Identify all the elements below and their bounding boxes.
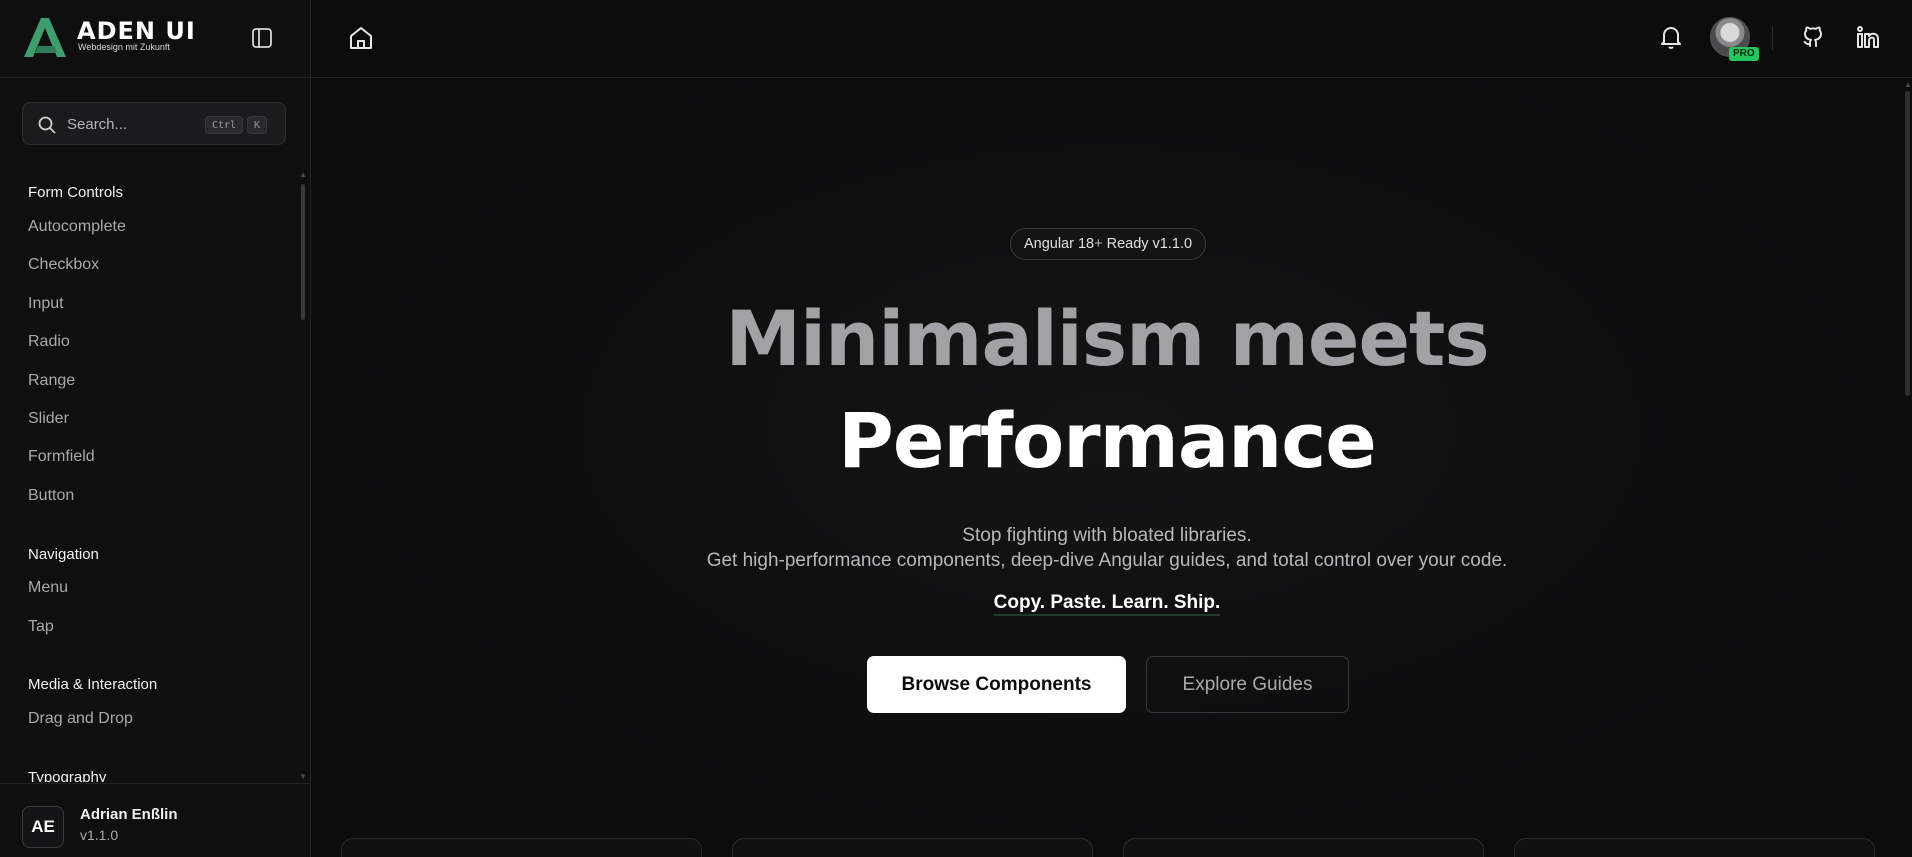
version-framework: Angular 18 — [1023, 236, 1095, 252]
section-typography: Typography — [28, 769, 107, 782]
explore-guides-button[interactable]: Explore Guides — [1146, 656, 1349, 713]
hero-headline-line2: Performance — [838, 396, 1377, 485]
sidebar-item-radio[interactable]: Radio — [28, 333, 70, 351]
sidebar-item-menu[interactable]: Menu — [28, 579, 68, 597]
sidebar-scroll-thumb[interactable] — [301, 184, 305, 320]
section-media-interaction: Media & Interaction — [28, 676, 158, 693]
search-icon — [38, 116, 56, 134]
sidebar-item-slider[interactable]: Slider — [28, 410, 69, 428]
version-pill: Angular 18+ Ready v1.1.0 — [1010, 228, 1206, 260]
scroll-down-icon[interactable]: ▼ — [299, 772, 307, 781]
main-scroll-up-icon[interactable]: ▲ — [1904, 80, 1912, 89]
pro-badge: PRO — [1729, 47, 1759, 61]
sidebar-item-formfield[interactable]: Formfield — [28, 448, 95, 466]
app-shell: ADEN UI Webdesign mit Zukunft Search... … — [0, 0, 1912, 857]
feature-card[interactable] — [1123, 838, 1484, 857]
search-placeholder: Search... — [67, 116, 128, 133]
main-content: Angular 18+ Ready v1.1.0 Minimalism meet… — [311, 79, 1912, 857]
sidebar-item-drag-and-drop[interactable]: Drag and Drop — [28, 710, 133, 728]
brand-tagline: Webdesign mit Zukunft — [78, 42, 170, 52]
feature-card[interactable] — [1514, 838, 1875, 857]
version-status: Ready v1.1.0 — [1106, 236, 1193, 252]
sidebar-item-checkbox[interactable]: Checkbox — [28, 256, 99, 274]
hero-tagline: Copy. Paste. Learn. Ship. — [311, 592, 1903, 616]
sidebar-item-autocomplete[interactable]: Autocomplete — [28, 218, 126, 236]
hero-subtitle-line1: Stop fighting with bloated libraries. — [962, 525, 1252, 546]
home-icon[interactable] — [347, 24, 375, 52]
sidebar-item-button[interactable]: Button — [28, 487, 74, 505]
bell-icon[interactable] — [1658, 24, 1684, 50]
section-navigation: Navigation — [28, 546, 99, 563]
brand-name: ADEN UI — [77, 17, 196, 45]
search-input[interactable]: Search... Ctrl K — [22, 102, 286, 145]
feature-card[interactable] — [341, 838, 702, 857]
sidebar-nav: Form Controls Autocomplete Checkbox Inpu… — [0, 176, 300, 782]
version-plus: + — [1094, 236, 1103, 252]
topbar-divider — [1772, 26, 1773, 50]
hero-headline-line1: Minimalism meets — [725, 294, 1489, 383]
github-icon[interactable] — [1800, 24, 1826, 50]
browse-components-button[interactable]: Browse Components — [867, 656, 1126, 713]
sidebar-item-range[interactable]: Range — [28, 372, 75, 390]
shortcut-ctrl-key: Ctrl — [205, 116, 244, 134]
brand-header: ADEN UI Webdesign mit Zukunft — [0, 0, 311, 78]
sidebar: ADEN UI Webdesign mit Zukunft Search... … — [0, 0, 311, 857]
shortcut-k-key: K — [247, 116, 268, 134]
topbar: PRO — [311, 0, 1912, 78]
section-form-controls: Form Controls — [28, 184, 124, 201]
sidebar-item-tap[interactable]: Tap — [28, 618, 54, 636]
hero-tagline-text: Copy. Paste. Learn. Ship. — [993, 592, 1221, 616]
scroll-up-icon[interactable]: ▲ — [299, 170, 307, 179]
sidebar-toggle-icon[interactable] — [250, 26, 274, 50]
user-name: Adrian Enßlin — [80, 806, 178, 823]
hero-subtitle-line2: Get high-performance components, deep-di… — [706, 550, 1508, 571]
sidebar-item-input[interactable]: Input — [28, 295, 64, 313]
app-version: v1.1.0 — [80, 827, 119, 843]
user-avatar: AE — [22, 806, 64, 848]
user-footer[interactable]: AE Adrian Enßlin v1.1.0 — [0, 783, 311, 857]
feature-card[interactable] — [732, 838, 1093, 857]
linkedin-icon[interactable] — [1855, 24, 1881, 50]
main-scroll-thumb[interactable] — [1905, 91, 1910, 396]
aden-logo-icon[interactable] — [22, 16, 66, 58]
